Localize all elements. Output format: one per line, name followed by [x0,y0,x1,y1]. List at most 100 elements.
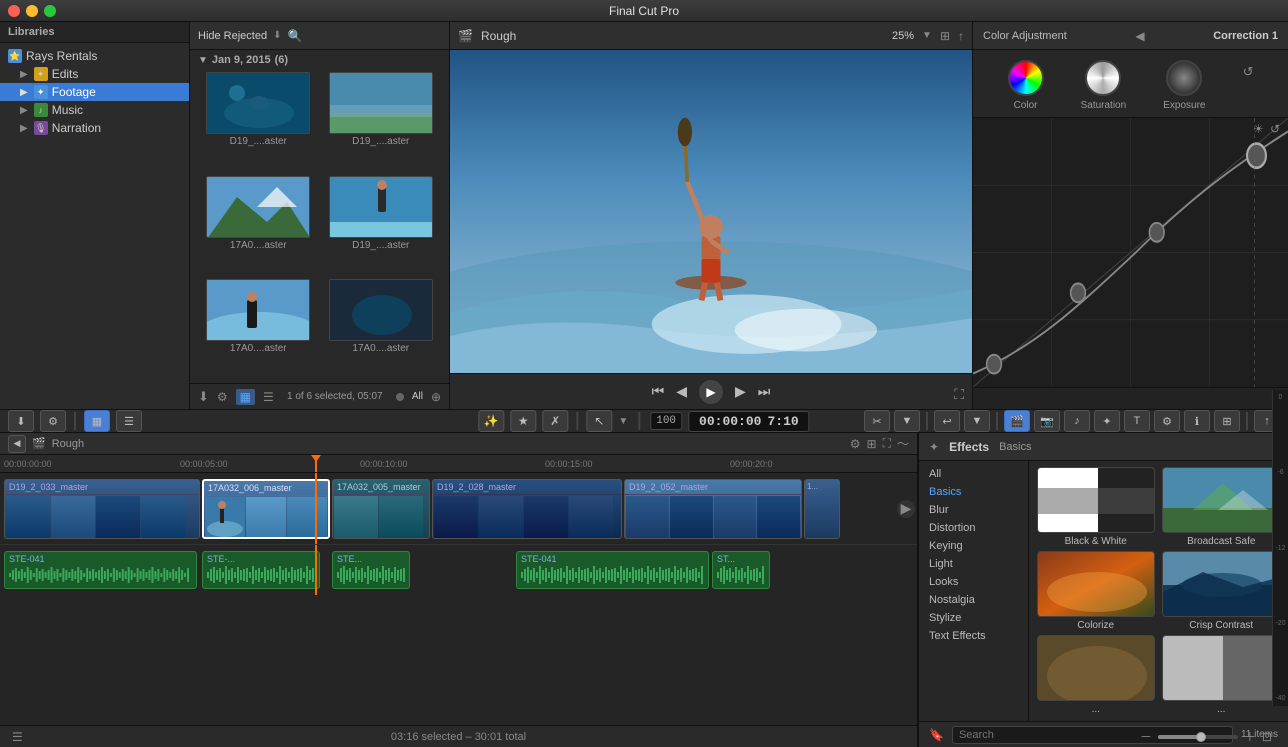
effects-category-light[interactable]: Light [919,555,1028,573]
table-row[interactable]: 17A032_006_master [202,479,330,539]
search-icon[interactable]: 🔍 [287,29,302,43]
effects-category-blur[interactable]: Blur [919,501,1028,519]
clip-thumbnail[interactable] [206,176,310,238]
timeline-nav-left[interactable]: ◀ [8,435,26,453]
list-item[interactable]: 17A0....aster [198,279,319,381]
clip-thumbnail[interactable] [329,72,433,134]
list-item[interactable]: Crisp Contrast [1161,551,1283,631]
clip-thumbnail[interactable] [206,279,310,341]
clip-thumbnail[interactable] [329,279,433,341]
sidebar-item-rays[interactable]: ⭐ Rays Rentals [0,47,189,65]
audio-icon[interactable]: ♪ [1064,410,1090,432]
inspector-icon[interactable]: ℹ [1184,410,1210,432]
scroll-right-btn[interactable]: ▶ [897,500,915,518]
effects-category-nostalgia[interactable]: Nostalgia [919,591,1028,609]
effects-category-looks[interactable]: Looks [919,573,1028,591]
effects-category-text[interactable]: Text Effects [919,627,1028,645]
close-button[interactable] [8,5,20,17]
window-controls[interactable] [8,5,56,17]
effects-library-icon[interactable]: 🔖 [929,728,944,742]
list-item[interactable]: Broadcast Safe [1161,467,1283,547]
curve-reset-btn[interactable]: ↺ [1270,122,1280,136]
favorites-button[interactable]: ★ [510,410,536,432]
clip-thumbnail[interactable] [206,72,310,134]
preview-zoom[interactable]: 25% [892,30,914,42]
import-icon[interactable]: ⬇ [198,389,209,405]
list-item[interactable]: 17A0....aster [198,176,319,278]
share-icon[interactable]: ↑ [958,29,964,43]
settings-icon[interactable]: ⚙ [217,390,228,404]
title-icon[interactable]: T [1124,410,1150,432]
maximize-button[interactable] [44,5,56,17]
reject-button[interactable]: ✗ [542,410,568,432]
skip-back-button[interactable]: ⏮ [652,383,665,400]
blade-tool[interactable]: ✂ [864,410,890,432]
timecode-pre[interactable]: 100 [650,412,682,430]
view-all-btn[interactable]: All [412,391,423,402]
effects-icon[interactable]: ✦ [1094,410,1120,432]
color-tool-exposure[interactable]: Exposure [1163,60,1205,111]
effects-category-keying[interactable]: Keying [919,537,1028,555]
list-item[interactable]: ST... [712,551,770,589]
effects-category-distortion[interactable]: Distortion [919,519,1028,537]
timeline-expand-icon[interactable]: ⛶ [883,436,891,451]
timeline-zoom-icon[interactable]: ⊞ [867,437,877,451]
zoom-fit-icon[interactable]: ⊞ [940,29,950,43]
timeline-waveform-icon[interactable]: 〜 [897,435,909,452]
list-item[interactable]: ... [1035,635,1157,715]
list-item[interactable]: D19_....aster [198,72,319,174]
timeline-settings-icon[interactable]: ⚙ [850,437,861,451]
play-button[interactable]: ▶ [699,380,723,404]
color-tool-saturation[interactable]: Saturation [1081,60,1127,111]
multicam-icon[interactable]: ⊞ [1214,410,1240,432]
list-item[interactable]: STE... [332,551,410,589]
sidebar-item-narration[interactable]: ▶ 🎙 Narration [0,119,189,137]
list-item[interactable]: STE-... [202,551,320,589]
skip-forward-button[interactable]: ⏭ [758,383,771,400]
clip-thumbnail[interactable] [329,176,433,238]
table-row[interactable]: D19_2_028_master [432,479,622,539]
photo-icon[interactable]: 📷 [1034,410,1060,432]
hide-rejected-label[interactable]: Hide Rejected [198,30,267,42]
blade-dropdown[interactable]: ▼ [894,410,920,432]
add-to-timeline-icon[interactable]: ⊕ [431,390,441,404]
expand-button[interactable]: ⛶ [954,386,964,403]
list-view-icon[interactable]: ☰ [263,390,274,404]
timeline-view-icon[interactable]: ☰ [12,730,23,744]
grid-view-button[interactable]: ▦ [84,410,110,432]
brightness-icon[interactable]: ☀ [1253,122,1264,136]
prev-correction-btn[interactable]: ◀ [1135,29,1144,43]
list-item[interactable]: STE-041 /* waveform placeholder */ [4,551,197,589]
sidebar-item-edits[interactable]: ▶ ✦ Edits [0,65,189,83]
prev-frame-button[interactable]: ◀ [676,383,687,400]
collapse-arrow[interactable]: ▼ [198,55,208,66]
filter-icon[interactable]: ⬇ [273,30,281,41]
undo-button[interactable]: ↩ [934,410,960,432]
list-item[interactable]: Colorize [1035,551,1157,631]
effects-category-all[interactable]: All [919,465,1028,483]
list-item[interactable]: D19_....aster [321,176,442,278]
zoom-dropdown-icon[interactable]: ▼ [922,30,932,41]
sidebar-item-footage[interactable]: ▶ ✦ Footage [0,83,189,101]
settings-button[interactable]: ⚙ [40,410,66,432]
table-row[interactable]: D19_2_052_master [624,479,802,539]
list-item[interactable]: ... [1161,635,1283,715]
list-item[interactable]: D19_....aster [321,72,442,174]
undo-dropdown[interactable]: ▼ [964,410,990,432]
table-row[interactable]: D19_2_033_master [4,479,200,539]
color-tool-color[interactable]: Color [1008,60,1044,111]
list-view-button[interactable]: ☰ [116,410,142,432]
select-tool[interactable]: ↖ [586,410,612,432]
tab-basics[interactable]: Basics [999,441,1031,453]
effects-category-stylize[interactable]: Stylize [919,609,1028,627]
grid-view-icon[interactable]: ▦ [236,389,255,405]
list-item[interactable]: 17A0....aster [321,279,442,381]
enhance-button[interactable]: ✨ [478,410,504,432]
table-row[interactable]: 17A032_005_master [332,479,430,539]
table-row[interactable]: 1... [804,479,840,539]
list-item[interactable]: STE-041 [516,551,709,589]
list-item[interactable]: Black & White [1035,467,1157,547]
video-clip-icon[interactable]: 🎬 [1004,410,1030,432]
sidebar-item-music[interactable]: ▶ ♪ Music [0,101,189,119]
next-frame-button[interactable]: ▶ [735,383,746,400]
